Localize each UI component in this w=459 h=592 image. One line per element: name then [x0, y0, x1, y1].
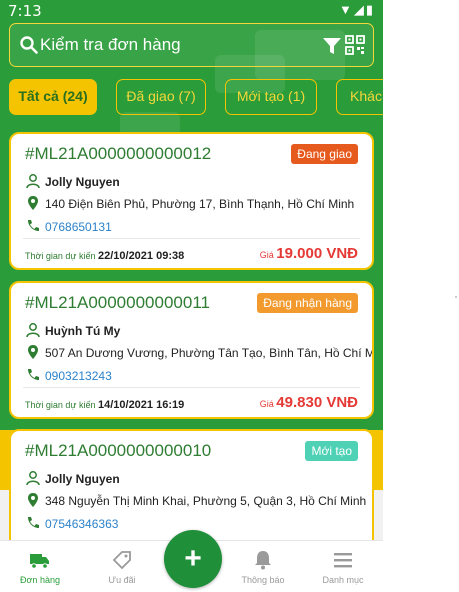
eta-label: Thời gian dự kiến: [25, 251, 96, 261]
order-card[interactable]: #ML21A0000000000011 Đang nhận hàng Huỳnh…: [9, 281, 374, 419]
order-code: #ML21A0000000000010: [25, 441, 212, 460]
address-row: 348 Nguyễn Thị Minh Khai, Phường 5, Quận…: [25, 492, 366, 508]
recipient-row: Jolly Nguyen: [25, 470, 120, 486]
price-label: Giá: [259, 250, 274, 260]
phone-number[interactable]: 0903213243: [45, 369, 112, 383]
status-badge: Mới tạo: [305, 441, 358, 461]
wifi-icon: ▼: [338, 2, 354, 17]
eta-value: 22/10/2021 09:38: [97, 250, 185, 262]
address-row: 140 Điện Biên Phủ, Phường 17, Bình Thạnh…: [25, 195, 354, 211]
phone-row: 0768650131: [25, 218, 112, 234]
location-pin-icon: [28, 196, 38, 210]
nav-deals[interactable]: Ưu đãi: [92, 541, 152, 592]
nav-orders-label: Đơn hàng: [20, 575, 60, 585]
tag-icon: [112, 551, 131, 570]
add-order-button[interactable]: +: [164, 530, 222, 588]
address-text: 140 Điện Biên Phủ, Phường 17, Bình Thạnh…: [45, 197, 355, 211]
order-card[interactable]: #ML21A0000000000012 Đang giao Jolly Nguy…: [9, 132, 374, 270]
price-value: 49.830 VNĐ: [276, 394, 358, 411]
price-row: Giá 49.830 VNĐ: [260, 394, 358, 411]
phone-icon: [28, 220, 39, 231]
menu-icon: [334, 553, 352, 568]
user-icon: [26, 174, 40, 189]
nav-notifications-label: Thông báo: [241, 575, 285, 585]
recipient-name: Jolly Nguyen: [45, 175, 120, 189]
nav-orders[interactable]: Đơn hàng: [10, 541, 70, 592]
eta-row: Thời gian dự kiến 22/10/2021 09:38: [25, 250, 184, 262]
phone-row: 0903213243: [25, 367, 112, 383]
recipient-name: Jolly Nguyen: [45, 472, 120, 486]
phone-number[interactable]: 0768650131: [45, 220, 112, 234]
status-badge: Đang giao: [291, 144, 358, 164]
qr-scan-icon[interactable]: [344, 34, 366, 56]
user-icon: [26, 471, 40, 486]
status-tabs: Tất cả (24) Đã giao (7) Mới tạo (1) Khác: [7, 79, 383, 115]
search-icon: [20, 36, 38, 54]
signal-icon: ◢: [353, 2, 366, 17]
tab-other[interactable]: Khác: [336, 79, 383, 115]
nav-menu[interactable]: Danh mục: [313, 541, 373, 592]
price-value: 19.000 VNĐ: [276, 245, 358, 262]
status-time: 7:13: [8, 2, 42, 20]
card-divider: [23, 387, 360, 388]
search-input[interactable]: Kiểm tra đơn hàng: [40, 35, 181, 55]
order-code: #ML21A0000000000011: [25, 293, 210, 312]
nav-notifications[interactable]: Thông báo: [233, 541, 293, 592]
status-icons: ▼◢▮: [339, 2, 375, 18]
location-pin-icon: [28, 345, 38, 359]
eta-row: Thời gian dự kiến 14/10/2021 16:19: [25, 399, 184, 411]
recipient-row: Jolly Nguyen: [25, 173, 120, 189]
bell-icon: [255, 551, 271, 570]
address-text: 507 An Dương Vương, Phường Tân Tạo, Bình…: [45, 346, 374, 360]
battery-icon: ▮: [365, 2, 375, 17]
price-label: Giá: [259, 399, 274, 409]
eta-value: 14/10/2021 16:19: [97, 399, 185, 411]
nav-deals-label: Ưu đãi: [108, 575, 136, 585]
tab-delivered[interactable]: Đã giao (7): [116, 79, 206, 115]
status-bar: 7:13 ▼◢▮: [0, 0, 383, 22]
order-code: #ML21A0000000000012: [25, 144, 212, 163]
phone-icon: [28, 369, 39, 380]
address-row: 507 An Dương Vương, Phường Tân Tạo, Bình…: [25, 344, 374, 360]
app-screen: 7:13 ▼◢▮ Kiểm tra đơn hàng Tất cả (24) Đ…: [0, 0, 383, 592]
card-divider: [23, 238, 360, 239]
eta-label: Thời gian dự kiến: [25, 400, 96, 410]
price-row: Giá 19.000 VNĐ: [260, 245, 358, 262]
tab-all[interactable]: Tất cả (24): [9, 79, 97, 115]
tab-new[interactable]: Mới tạo (1): [225, 79, 317, 115]
nav-menu-label: Danh mục: [322, 575, 364, 585]
phone-row: 07546346363: [25, 515, 118, 531]
user-icon: [26, 323, 40, 338]
location-pin-icon: [28, 493, 38, 507]
search-bar[interactable]: Kiểm tra đơn hàng: [9, 23, 374, 67]
address-text: 348 Nguyễn Thị Minh Khai, Phường 5, Quận…: [45, 494, 367, 508]
recipient-name: Huỳnh Tú My: [45, 324, 121, 338]
filter-icon[interactable]: [321, 35, 343, 57]
truck-icon: [30, 554, 49, 569]
phone-number[interactable]: 07546346363: [45, 517, 118, 531]
recipient-row: Huỳnh Tú My: [25, 322, 120, 338]
status-badge: Đang nhận hàng: [257, 293, 358, 313]
background-speck: [455, 296, 457, 298]
phone-icon: [28, 517, 39, 528]
